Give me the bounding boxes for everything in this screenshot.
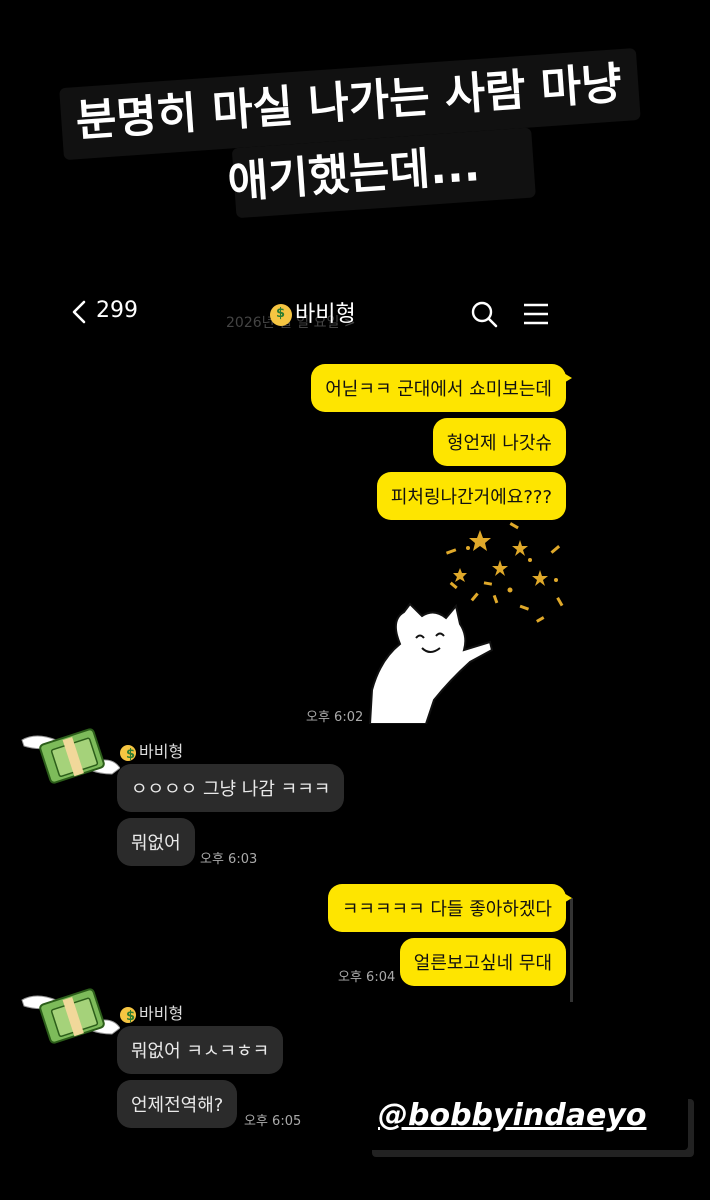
their-message-bubble[interactable]: 뭐없어: [117, 818, 195, 866]
money-face-emoji-icon: [120, 744, 136, 762]
my-message-bubble[interactable]: ㅋㅋㅋㅋㅋ 다들 좋아하겠다: [327, 884, 573, 932]
chat-title: 바비형: [270, 296, 356, 328]
message-time: 오후 6:05: [244, 1114, 302, 1129]
cat-sticker[interactable]: [360, 520, 570, 724]
back-chevron-icon[interactable]: [68, 300, 92, 324]
my-message-bubble[interactable]: 어닏ㅋㅋ 군대에서 쇼미보는데: [311, 364, 572, 412]
their-message-bubble[interactable]: 뭐없어 ㅋㅅㅋㅎㅋ: [117, 1026, 284, 1074]
chat-header: 299 바비형: [60, 292, 560, 336]
their-message-bubble[interactable]: 언제전역해?: [117, 1080, 238, 1128]
sender-name-text: 바비형: [139, 742, 184, 761]
their-message-bubble[interactable]: ㅇㅇㅇㅇ 그냥 나감 ㅋㅋㅋ: [117, 764, 345, 812]
menu-icon[interactable]: [522, 300, 550, 328]
my-message-bubble[interactable]: 형언제 나갓슈: [432, 418, 566, 466]
handle-text: @bobbyindaeyo: [378, 1098, 647, 1133]
money-face-emoji-icon: [270, 304, 292, 326]
story-caption: 분명히 마실 나가는 사람 마냥 애기했는데...: [45, 27, 659, 269]
message-time: 오후 6:02: [306, 710, 364, 725]
chat-title-text: 바비형: [295, 302, 356, 327]
money-face-emoji-icon: [120, 1006, 136, 1024]
unread-count[interactable]: 299: [96, 298, 138, 323]
flying-money-avatar[interactable]: [20, 722, 120, 792]
sender-name-text: 바비형: [139, 1004, 184, 1023]
my-message-bubble[interactable]: 얼른보고싶네 무대: [399, 938, 566, 986]
sender-name: 바비형: [120, 738, 183, 762]
flying-money-avatar[interactable]: [20, 982, 120, 1052]
my-message-bubble[interactable]: 피처링나간거에요???: [376, 472, 566, 520]
handle-sticker[interactable]: @bobbyindaeyo: [366, 1092, 688, 1150]
scroll-divider: [570, 898, 573, 1002]
message-time: 오후 6:04: [338, 970, 396, 985]
sender-name: 바비형: [120, 1000, 183, 1024]
search-icon[interactable]: [470, 300, 498, 328]
message-time: 오후 6:03: [200, 852, 258, 867]
